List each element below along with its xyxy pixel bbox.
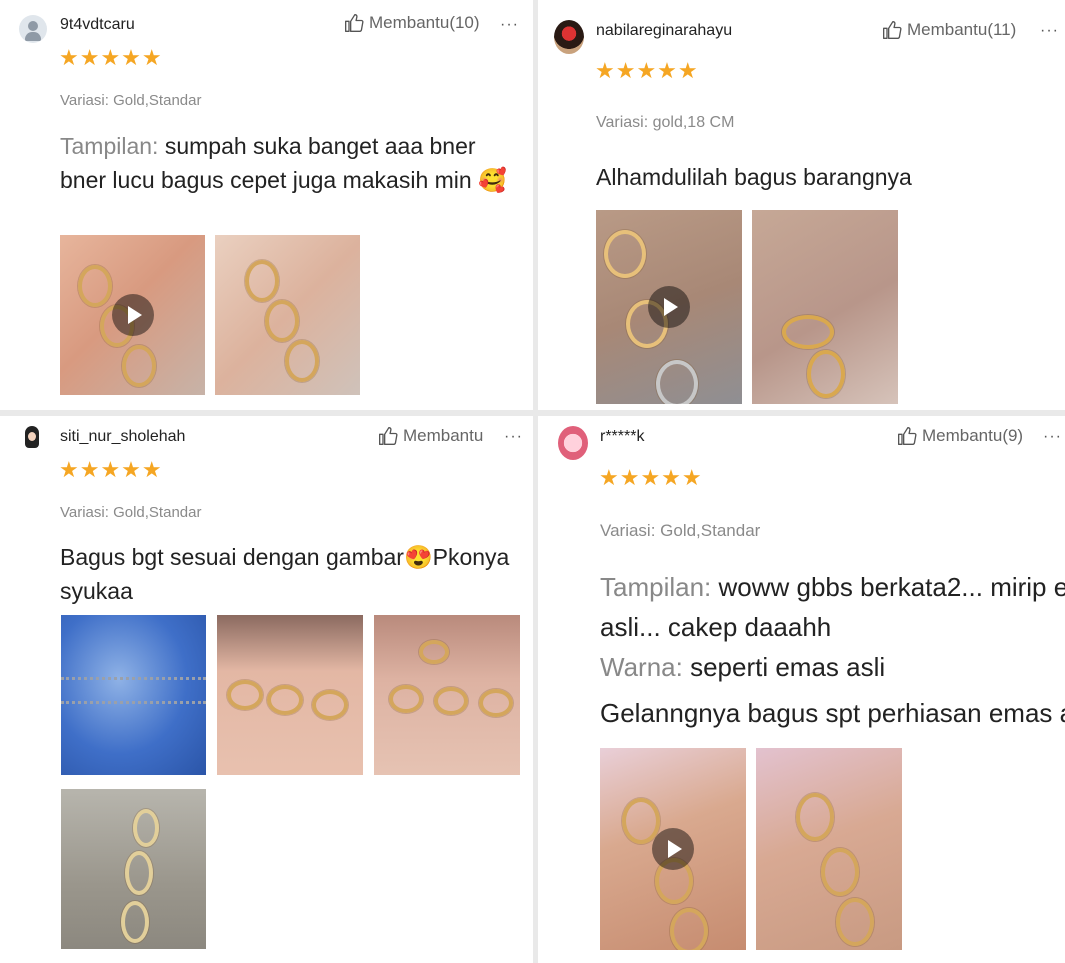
username[interactable]: siti_nur_sholehah: [60, 428, 185, 446]
review-photo[interactable]: [61, 789, 206, 949]
review-card-3: siti_nur_sholehah Membantu ··· ★★★★★ Var…: [0, 416, 533, 963]
thumbs-up-icon: [898, 427, 917, 445]
review-line-2: asli... cakep daaahh: [600, 612, 832, 642]
star-rating: ★★★★★: [59, 457, 163, 482]
avatar[interactable]: [18, 424, 46, 456]
review-body-warna: seperti emas asli: [690, 652, 886, 682]
review-photo[interactable]: [756, 748, 902, 950]
review-line-1: Tampilan: woww gbbs berkata2... mirip em…: [600, 572, 1065, 603]
variant-label: Variasi: gold,18 CM: [596, 114, 735, 131]
more-dots-icon[interactable]: ···: [504, 428, 523, 446]
helpful-count: Membantu(9): [922, 426, 1024, 445]
review-photo[interactable]: [215, 235, 360, 395]
review-video-thumbnail[interactable]: [60, 235, 205, 395]
more-dots-icon[interactable]: ···: [1040, 22, 1059, 40]
helpful-count: Membantu(11): [907, 20, 1017, 39]
helpful-button[interactable]: Membantu(11): [882, 20, 1016, 40]
review-label-tampilan: Tampilan:: [600, 572, 719, 602]
helpful-button[interactable]: Membantu(9): [897, 426, 1023, 446]
review-photo[interactable]: [374, 615, 520, 775]
review-card-4: r*****k Membantu(9) ··· ★★★★★ Variasi: G…: [538, 416, 1065, 963]
review-text: Tampilan: sumpah suka banget aaa bner bn…: [60, 129, 520, 197]
review-text: Alhamdulilah bagus barangnya: [596, 160, 1056, 194]
username[interactable]: r*****k: [600, 428, 644, 446]
username[interactable]: nabilareginarahayu: [596, 22, 732, 40]
variant-label: Variasi: Gold,Standar: [60, 92, 202, 109]
review-body: woww gbbs berkata2... mirip emas: [718, 572, 1065, 602]
variant-label: Variasi: Gold,Standar: [60, 504, 202, 521]
thumbs-up-icon: [883, 21, 902, 39]
thumbs-up-icon: [345, 14, 364, 32]
review-label-tampilan: Tampilan:: [60, 133, 165, 159]
play-icon: [652, 828, 694, 870]
avatar[interactable]: [19, 15, 47, 43]
review-photo[interactable]: [752, 210, 898, 404]
review-line-4: Gelanngnya bagus spt perhiasan emas asli…: [600, 698, 1065, 728]
helpful-button[interactable]: Membantu: [378, 426, 483, 446]
play-icon: [111, 294, 154, 336]
thumbs-up-icon: [379, 427, 398, 445]
helpful-button[interactable]: Membantu(10): [344, 13, 480, 33]
play-icon: [648, 286, 690, 328]
review-label-warna: Warna:: [600, 652, 691, 682]
star-rating: ★★★★★: [595, 58, 699, 83]
review-photo[interactable]: [61, 615, 206, 775]
helpful-count: Membantu: [403, 426, 484, 445]
more-dots-icon[interactable]: ···: [1043, 428, 1062, 446]
review-video-thumbnail[interactable]: [600, 748, 746, 950]
star-rating: ★★★★★: [599, 465, 703, 490]
review-body: Alhamdulilah bagus barangnya: [596, 164, 912, 190]
review-video-thumbnail[interactable]: [596, 210, 742, 404]
helpful-count: Membantu(10): [369, 13, 480, 32]
review-photo[interactable]: [217, 615, 363, 775]
review-text: Bagus bgt sesuai dengan gambar😍Pkonya sy…: [60, 540, 515, 608]
variant-label: Variasi: Gold,Standar: [600, 521, 761, 540]
more-dots-icon[interactable]: ···: [500, 16, 519, 34]
avatar[interactable]: [554, 20, 584, 54]
review-body: Bagus bgt sesuai dengan gambar😍Pkonya sy…: [60, 544, 510, 604]
review-card-1: 9t4vdtcaru Membantu(10) ··· ★★★★★ Varias…: [0, 0, 533, 410]
review-line-3: Warna: seperti emas asli: [600, 652, 885, 683]
star-rating: ★★★★★: [59, 45, 163, 70]
review-card-2: nabilareginarahayu Membantu(11) ··· ★★★★…: [538, 0, 1065, 410]
avatar[interactable]: [558, 426, 588, 460]
username[interactable]: 9t4vdtcaru: [60, 16, 135, 34]
